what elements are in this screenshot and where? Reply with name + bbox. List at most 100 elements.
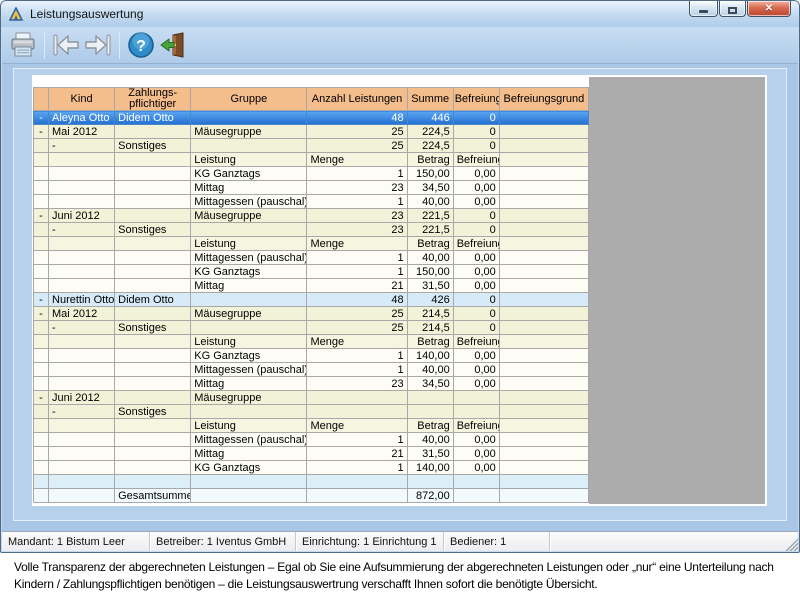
print-button[interactable] bbox=[7, 29, 39, 61]
column-header[interactable] bbox=[34, 88, 49, 111]
cell bbox=[115, 335, 191, 349]
table-row[interactable]: -Sonstiges25224,50 bbox=[34, 139, 589, 153]
table-row[interactable]: KG Ganztags1150,000,00 bbox=[34, 265, 589, 279]
table-row[interactable]: Mittagessen (pauschal)140,000,00 bbox=[34, 433, 589, 447]
cell: 0,00 bbox=[453, 167, 499, 181]
row-expander[interactable]: - bbox=[34, 125, 49, 139]
cell: 1 bbox=[307, 167, 407, 181]
table-row[interactable]: -Sonstiges25214,50 bbox=[34, 321, 589, 335]
cell: 23 bbox=[307, 209, 407, 223]
table-row[interactable]: -Sonstiges bbox=[34, 405, 589, 419]
column-header[interactable]: Gruppe bbox=[191, 88, 307, 111]
table-row[interactable]: Mittag2334,500,00 bbox=[34, 181, 589, 195]
cell bbox=[499, 181, 588, 195]
table-row[interactable]: Mittag2131,500,00 bbox=[34, 447, 589, 461]
row-expander[interactable]: - bbox=[34, 209, 49, 223]
row-expander[interactable]: - bbox=[34, 391, 49, 405]
table-row[interactable]: Mittagessen (pauschal)140,000,00 bbox=[34, 195, 589, 209]
column-header[interactable]: Zahlungs- pflichtiger bbox=[115, 88, 191, 111]
cell bbox=[499, 237, 588, 251]
cell: Leistung bbox=[191, 153, 307, 167]
cell: 150,00 bbox=[407, 167, 453, 181]
table-row[interactable]: -Juni 2012Mäusegruppe bbox=[34, 391, 589, 405]
previous-button[interactable] bbox=[50, 29, 82, 61]
table-row[interactable]: LeistungMengeBetragBefreiung bbox=[34, 237, 589, 251]
cell: Juni 2012 bbox=[49, 209, 115, 223]
table-row[interactable]: Mittagessen (pauschal)140,000,00 bbox=[34, 251, 589, 265]
row-expander[interactable]: - bbox=[49, 223, 115, 237]
title-bar[interactable]: Leistungsauswertung ✕ bbox=[1, 1, 799, 27]
table-row[interactable]: LeistungMengeBetragBefreiung bbox=[34, 153, 589, 167]
cell bbox=[115, 391, 191, 405]
table-row[interactable]: -Sonstiges23221,50 bbox=[34, 223, 589, 237]
table-row[interactable]: Mittag2334,500,00 bbox=[34, 377, 589, 391]
table-row[interactable]: Mittagessen (pauschal)140,000,00 bbox=[34, 363, 589, 377]
cell bbox=[49, 377, 115, 391]
cell: Mäusegruppe bbox=[191, 125, 307, 139]
table-row[interactable]: Gesamtsumme872,00 bbox=[34, 489, 589, 503]
column-header[interactable]: Anzahl Leistungen bbox=[307, 88, 407, 111]
cell: 0 bbox=[453, 125, 499, 139]
row-expander[interactable]: - bbox=[34, 111, 49, 125]
table-row[interactable]: KG Ganztags1150,000,00 bbox=[34, 167, 589, 181]
column-header[interactable]: Befreiung bbox=[453, 88, 499, 111]
row-expander[interactable]: - bbox=[49, 321, 115, 335]
table-row[interactable]: KG Ganztags1140,000,00 bbox=[34, 461, 589, 475]
window-controls: ✕ bbox=[689, 1, 791, 17]
minimize-button[interactable] bbox=[689, 1, 718, 17]
cell: 1 bbox=[307, 433, 407, 447]
maximize-button[interactable] bbox=[719, 1, 746, 17]
status-betreiber: Betreiber: 1 Iventus GmbH bbox=[150, 532, 296, 551]
cell: Mai 2012 bbox=[49, 125, 115, 139]
table-row[interactable]: KG Ganztags1140,000,00 bbox=[34, 349, 589, 363]
cell bbox=[49, 153, 115, 167]
cell: 0,00 bbox=[453, 195, 499, 209]
cell bbox=[115, 349, 191, 363]
cell: 25 bbox=[307, 307, 407, 321]
table-row[interactable]: -Nurettin OttoDidem Otto484260 bbox=[34, 293, 589, 307]
column-header[interactable]: Kind bbox=[49, 88, 115, 111]
row-expander[interactable]: - bbox=[49, 405, 115, 419]
close-button[interactable]: ✕ bbox=[747, 1, 791, 17]
cell: 0 bbox=[453, 139, 499, 153]
table-row[interactable]: -Juni 2012Mäusegruppe23221,50 bbox=[34, 209, 589, 223]
cell: 221,5 bbox=[407, 209, 453, 223]
exit-button[interactable] bbox=[157, 29, 189, 61]
cell: Leistung bbox=[191, 419, 307, 433]
cell bbox=[34, 181, 49, 195]
cell: Mäusegruppe bbox=[191, 209, 307, 223]
next-button[interactable] bbox=[82, 29, 114, 61]
column-header[interactable]: Summe bbox=[407, 88, 453, 111]
table-row[interactable]: LeistungMengeBetragBefreiung bbox=[34, 419, 589, 433]
table-row[interactable]: -Mai 2012Mäusegruppe25224,50 bbox=[34, 125, 589, 139]
app-window: Leistungsauswertung ✕ bbox=[0, 0, 800, 553]
cell bbox=[407, 405, 453, 419]
row-expander[interactable]: - bbox=[34, 293, 49, 307]
cell: 25 bbox=[307, 125, 407, 139]
cell bbox=[115, 181, 191, 195]
cell bbox=[115, 265, 191, 279]
results-table: KindZahlungs- pflichtigerGruppeAnzahl Le… bbox=[33, 87, 589, 503]
help-button[interactable]: ? bbox=[125, 29, 157, 61]
toolbar: ? bbox=[2, 27, 798, 64]
table-row[interactable]: -Mai 2012Mäusegruppe25214,50 bbox=[34, 307, 589, 321]
resize-grip[interactable] bbox=[784, 532, 798, 551]
row-expander[interactable]: - bbox=[49, 139, 115, 153]
cell bbox=[34, 349, 49, 363]
row-expander[interactable]: - bbox=[34, 307, 49, 321]
cell: Mäusegruppe bbox=[191, 307, 307, 321]
table-header: KindZahlungs- pflichtigerGruppeAnzahl Le… bbox=[34, 88, 589, 111]
table-row[interactable] bbox=[34, 475, 589, 489]
column-header[interactable]: Befreiungsgrund bbox=[499, 88, 588, 111]
cell: 1 bbox=[307, 251, 407, 265]
cell bbox=[191, 111, 307, 125]
cell bbox=[115, 377, 191, 391]
cell bbox=[34, 223, 49, 237]
table-row[interactable]: Mittag2131,500,00 bbox=[34, 279, 589, 293]
cell bbox=[499, 363, 588, 377]
table-row[interactable]: -Aleyna OttoDidem Otto484460 bbox=[34, 111, 589, 125]
table-row[interactable]: LeistungMengeBetragBefreiung bbox=[34, 335, 589, 349]
cell bbox=[49, 251, 115, 265]
cell bbox=[49, 433, 115, 447]
cell: Befreiung bbox=[453, 335, 499, 349]
